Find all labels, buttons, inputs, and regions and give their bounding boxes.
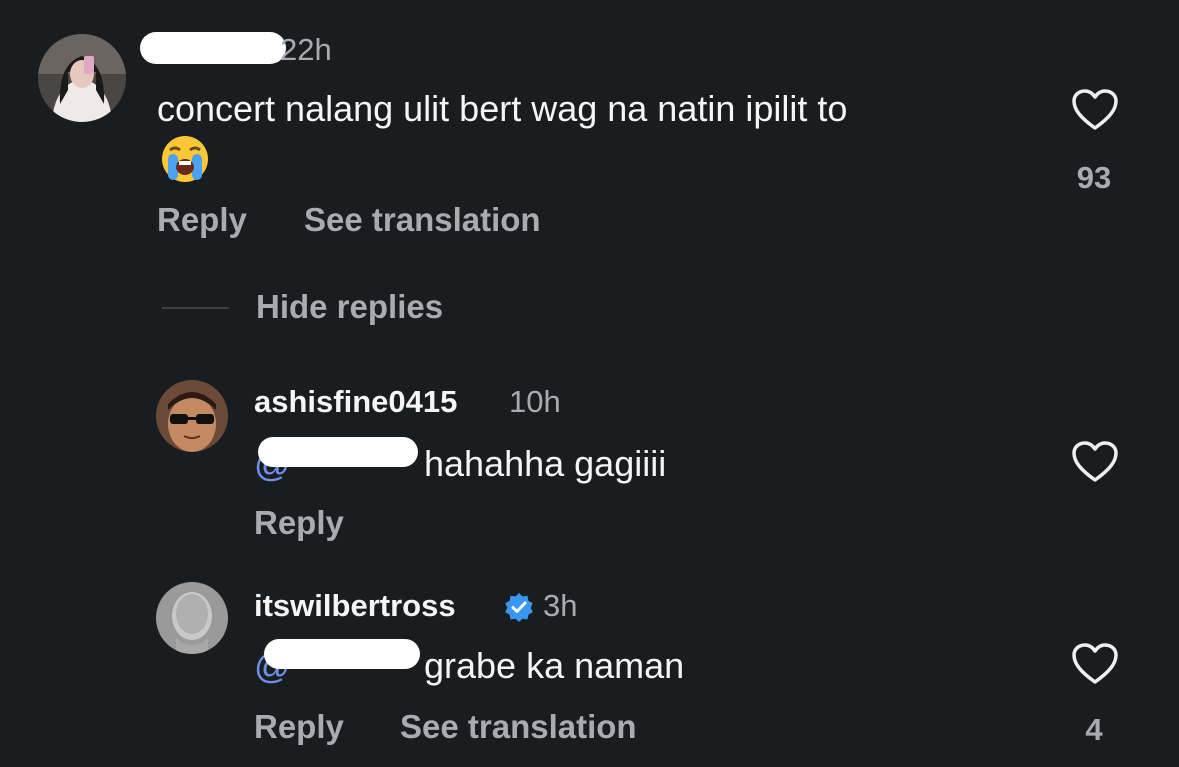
comment-time: 22h [280, 32, 332, 67]
loudly-crying-face-icon [160, 134, 210, 184]
reply-time: 10h [509, 384, 561, 419]
reply-username[interactable]: itswilbertross [254, 588, 456, 624]
hide-replies-button[interactable]: Hide replies [256, 288, 443, 326]
reply-text: hahahha gagiiii [424, 443, 667, 484]
like-count: 4 [1085, 712, 1103, 747]
like-count: 93 [1076, 160, 1112, 195]
comments-thread: 22h concert nalang ulit bert wag na nati… [0, 0, 1179, 767]
reply-button[interactable]: Reply [157, 201, 247, 239]
comment-text: concert nalang ulit bert wag na natin ip… [157, 88, 848, 129]
see-translation-button[interactable]: See translation [304, 201, 541, 239]
divider [162, 307, 229, 309]
reply-button[interactable]: Reply [254, 708, 344, 746]
avatar[interactable] [156, 380, 228, 452]
redacted-mention [264, 639, 420, 669]
see-translation-button[interactable]: See translation [400, 708, 637, 746]
like-heart-icon[interactable] [1071, 88, 1119, 132]
redacted-mention [258, 437, 418, 467]
avatar[interactable] [38, 34, 126, 122]
like-heart-icon[interactable] [1071, 642, 1119, 686]
reply-button[interactable]: Reply [254, 504, 344, 542]
like-heart-icon[interactable] [1071, 440, 1119, 484]
reply-time: 3h [543, 588, 578, 623]
verified-badge-icon [504, 592, 534, 622]
avatar[interactable] [156, 582, 228, 654]
redacted-username [140, 32, 286, 64]
reply-username[interactable]: ashisfine0415 [254, 384, 457, 420]
reply-text: grabe ka naman [424, 645, 685, 686]
